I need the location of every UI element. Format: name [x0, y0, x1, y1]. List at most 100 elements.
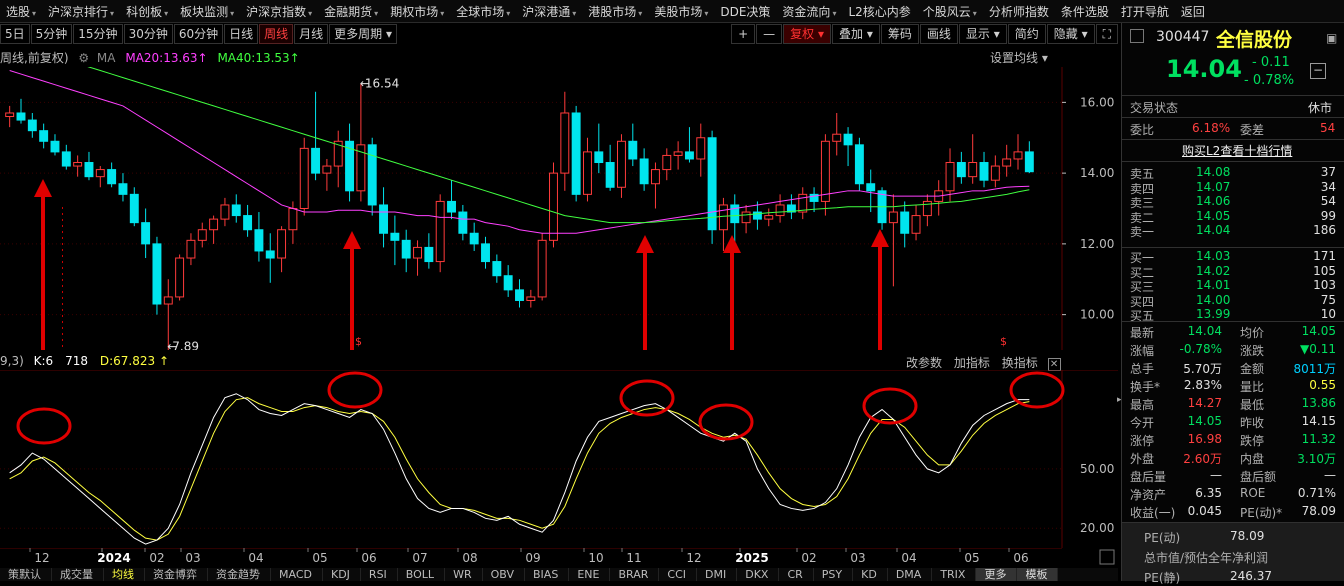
top-menu-item[interactable]: 沪深京指数 ▾ — [240, 3, 318, 20]
period-tab[interactable]: 60分钟 — [173, 24, 224, 44]
level-volume: 103 — [1313, 278, 1336, 292]
toolbar-button[interactable]: ⛶ — [1095, 24, 1118, 44]
period-tab[interactable]: 日线 — [224, 24, 259, 44]
toolbar-button[interactable]: 画线 — [919, 24, 958, 44]
top-menu-item[interactable]: 板块监测 ▾ — [174, 3, 240, 20]
top-menu-item[interactable]: 选股 ▾ — [0, 3, 42, 20]
indicator-tab[interactable]: BOLL — [398, 568, 446, 581]
indicator-tab[interactable]: BRAR — [610, 568, 660, 581]
candle — [254, 212, 264, 262]
order-level-row[interactable]: 买一 14.03 171 — [1130, 249, 1340, 265]
add-indicator-button[interactable]: 加指标 — [954, 356, 990, 370]
top-menu-item[interactable]: L2核心内参 — [842, 3, 916, 20]
indicator-tab[interactable]: PSY — [814, 568, 854, 581]
indicator-tab[interactable]: CR — [779, 568, 814, 581]
top-menu-item[interactable]: 美股市场 ▾ — [648, 3, 714, 20]
toolbar-button[interactable]: 简约 — [1007, 24, 1046, 44]
stat-value: 78.09 — [1301, 504, 1336, 518]
top-menu-item[interactable]: 金融期货 ▾ — [318, 3, 384, 20]
indicator-tab[interactable]: WR — [445, 568, 483, 581]
stat-label: 涨跌 — [1240, 344, 1265, 358]
indicator-tab[interactable]: OBV — [483, 568, 526, 581]
period-tab[interactable]: 更多周期 ▾ — [329, 24, 398, 44]
candle — [571, 105, 581, 202]
indicator-tab[interactable]: 资金博弈 — [145, 568, 208, 581]
toolbar-button[interactable]: 复权 ▾ — [783, 24, 832, 44]
toolbar-button[interactable]: 叠加 ▾ — [832, 24, 880, 44]
indicator-tab[interactable]: KD — [853, 568, 888, 581]
period-tab[interactable]: 5分钟 — [30, 24, 73, 44]
scroll-button[interactable] — [1099, 549, 1115, 565]
candle — [141, 208, 151, 259]
top-menu-item[interactable]: 期权市场 ▾ — [384, 3, 450, 20]
order-level-row[interactable]: 卖三 14.06 54 — [1130, 194, 1340, 210]
top-menu-item[interactable]: 沪深京排行 ▾ — [42, 3, 120, 20]
checkbox-icon[interactable] — [1130, 29, 1144, 43]
top-menu-item[interactable]: 打开导航 — [1115, 3, 1175, 20]
stat-label: 涨停 — [1130, 434, 1155, 448]
period-tab[interactable]: 5日 — [0, 24, 30, 44]
top-menu-item[interactable]: DDE决策 — [714, 3, 776, 20]
toolbar-button[interactable]: 隐藏 ▾ — [1046, 24, 1095, 44]
minus-button[interactable]: − — [1310, 63, 1326, 79]
indicator-tab[interactable]: KDJ — [323, 568, 361, 581]
top-menu-item[interactable]: 资金流向 ▾ — [776, 3, 842, 20]
candle — [413, 240, 422, 276]
order-level-row[interactable]: 买三 14.01 103 — [1130, 278, 1340, 294]
indicator-tab[interactable]: TRIX — [932, 568, 977, 581]
order-level-row[interactable]: 买四 14.00 75 — [1130, 293, 1340, 309]
switch-indicator-button[interactable]: 换指标 — [1002, 356, 1038, 370]
stat-label: 外盘 — [1130, 452, 1155, 466]
stock-code: 300447 — [1156, 29, 1210, 45]
top-menu-item[interactable]: 分析师指数 — [983, 3, 1055, 20]
indicator-tab[interactable]: DKX — [737, 568, 780, 581]
top-menu-item-label: 资金流向 — [782, 4, 831, 19]
indicator-tab[interactable]: 成交量 — [52, 568, 104, 581]
x-tick-label: 2025 — [735, 551, 768, 565]
indicator-tab[interactable]: 策默认 — [0, 568, 52, 581]
order-level-row[interactable]: 买五 13.99 10 — [1130, 307, 1340, 323]
stat-value: 11.32 — [1301, 432, 1336, 446]
toolbar-button[interactable]: 筹码 — [880, 24, 919, 44]
period-tab[interactable]: 15分钟 — [73, 24, 123, 44]
top-menu-item[interactable]: 返回 — [1175, 3, 1211, 20]
indicator-tab[interactable]: MACD — [271, 568, 323, 581]
top-menu-item[interactable]: 港股市场 ▾ — [582, 3, 648, 20]
order-level-row[interactable]: 卖一 14.04 186 — [1130, 223, 1340, 239]
top-menu-item[interactable]: 个股风云 ▾ — [917, 3, 983, 20]
set-ma-button[interactable]: 设置均线 ▾ — [990, 49, 1048, 66]
toolbar-button[interactable]: 显示 ▾ — [958, 24, 1007, 44]
order-level-row[interactable]: 卖四 14.07 34 — [1130, 180, 1340, 196]
indicator-tab[interactable]: 均线 — [104, 568, 145, 581]
top-menu-item[interactable]: 条件选股 — [1055, 3, 1115, 20]
candle — [662, 148, 672, 181]
chevron-down-icon: ▾ — [972, 8, 977, 18]
order-level-row[interactable]: 卖五 14.08 37 — [1130, 165, 1340, 181]
annotation-arrow-icon: ← — [167, 339, 177, 350]
indicator-tab[interactable]: 模板 — [1017, 568, 1059, 581]
indicator-tab[interactable]: ENE — [569, 568, 611, 581]
period-tab[interactable]: 30分钟 — [123, 24, 173, 44]
toolbar-button[interactable]: — — [756, 24, 783, 44]
period-tab[interactable]: 周线 — [259, 24, 294, 44]
indicator-tab[interactable]: RSI — [361, 568, 398, 581]
order-level-row[interactable]: 卖二 14.05 99 — [1130, 209, 1340, 225]
top-menu-item[interactable]: 科创板 ▾ — [120, 3, 174, 20]
indicator-tab[interactable]: DMA — [888, 568, 933, 581]
top-menu-item[interactable]: 沪深港通 ▾ — [516, 3, 582, 20]
order-level-row[interactable]: 买二 14.02 105 — [1130, 264, 1340, 280]
indicator-tab[interactable]: 资金趋势 — [208, 568, 271, 581]
indicator-tab[interactable]: BIAS — [525, 568, 570, 581]
expand-icon[interactable]: ▣ — [1326, 31, 1337, 45]
settings-gear-icon[interactable]: ⚙ — [78, 51, 89, 65]
top-menu-item[interactable]: 全球市场 ▾ — [450, 3, 516, 20]
edit-params-button[interactable]: 改参数 — [906, 356, 942, 370]
mktcap-profit-label: 总市值/预估全年净利润 — [1144, 551, 1269, 565]
indicator-tab[interactable]: DMI — [697, 568, 738, 581]
indicator-tab[interactable]: CCI — [659, 568, 697, 581]
period-tab[interactable]: 月线 — [294, 24, 329, 44]
toolbar-button[interactable]: + — [731, 24, 756, 44]
quote-stat-row: 换手* 2.83% 量比 0.55 — [1130, 378, 1340, 396]
indicator-tab[interactable]: 更多 — [976, 568, 1018, 581]
buy-l2-link[interactable]: 购买L2查看十档行情 — [1182, 142, 1292, 159]
